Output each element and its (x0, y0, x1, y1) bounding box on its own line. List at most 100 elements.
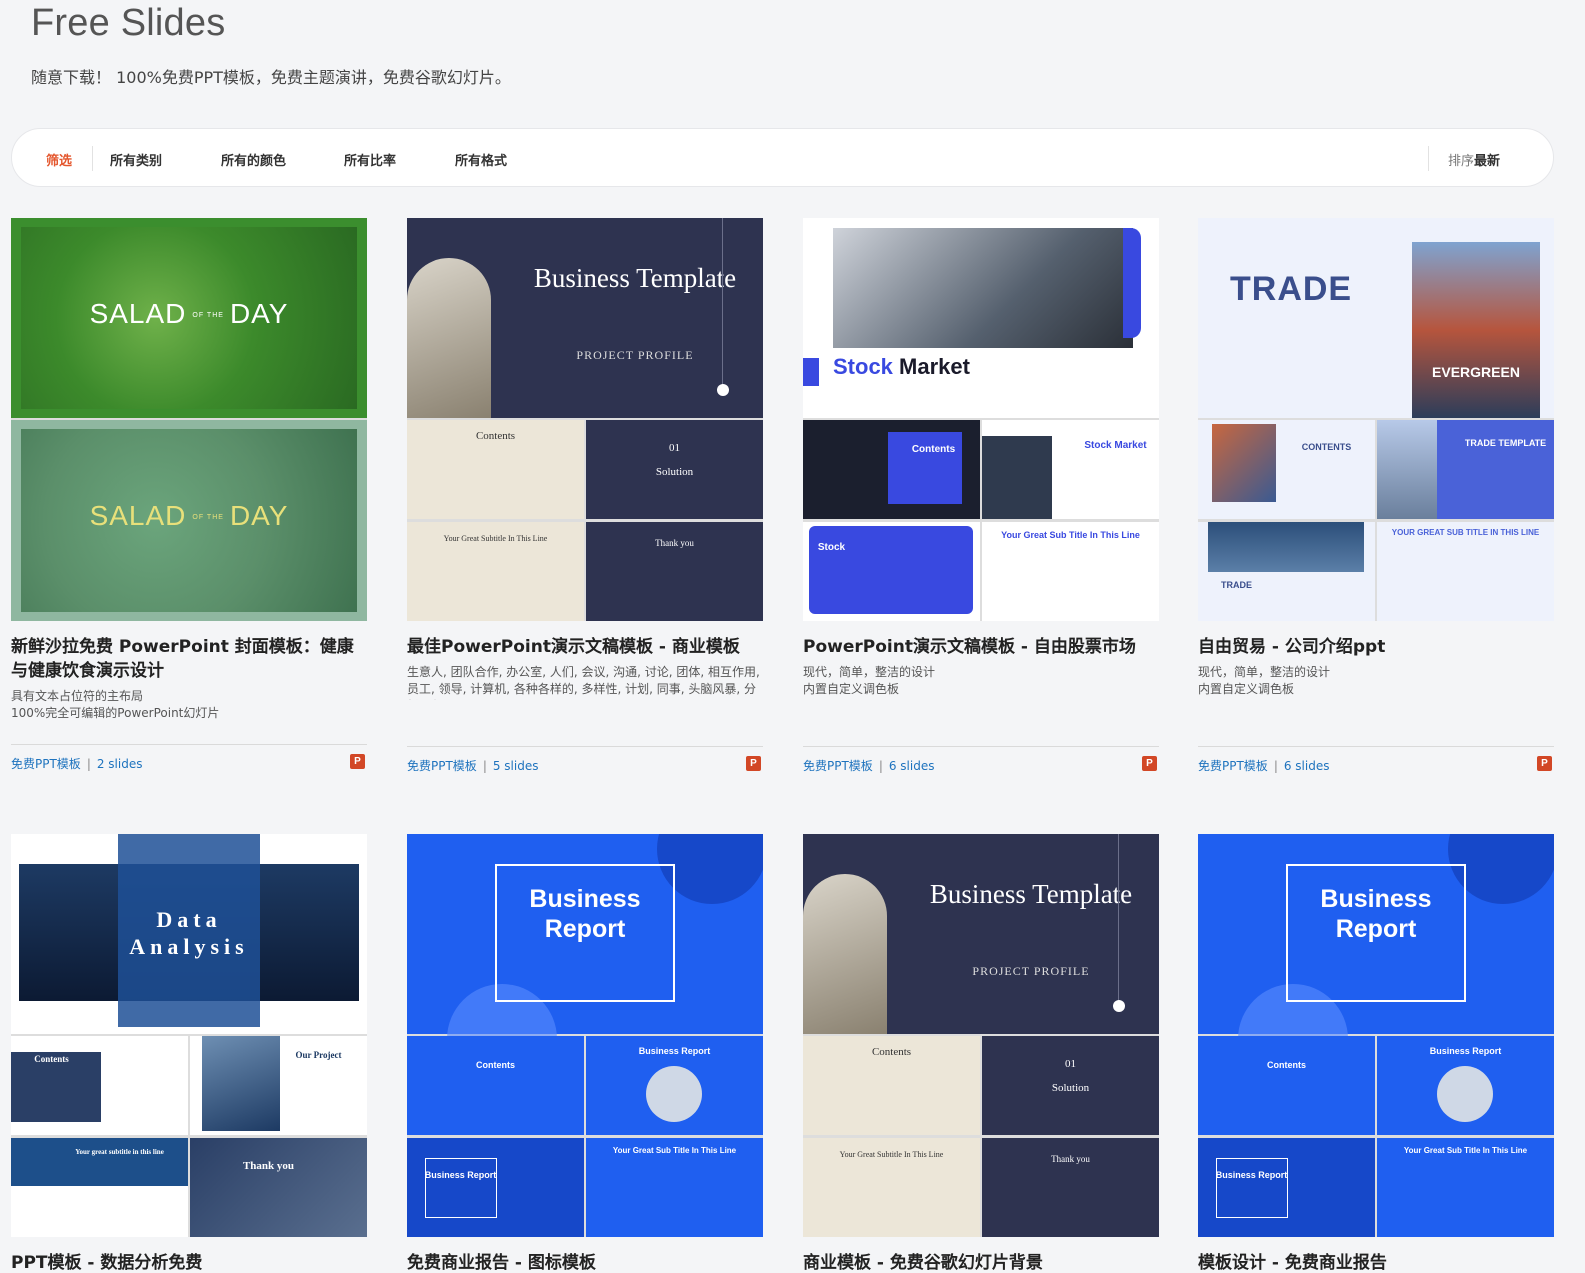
slide-thumb: 01 Solution (586, 420, 763, 519)
slide-label: Your Great Sub Title In This Line (1403, 1146, 1528, 1155)
filter-category-dropdown[interactable]: 所有类别 (110, 150, 162, 169)
slide-preview: Data Analysis (11, 834, 367, 1034)
slide-label: Contents (34, 1054, 69, 1064)
slide-thumb: Your Great Sub Title In This Line (586, 1138, 763, 1237)
slide-thumb: Contents (803, 420, 980, 519)
slide-thumb: Stock (803, 522, 980, 621)
slide-label: Your great subtitle in this line (75, 1148, 164, 1156)
powerpoint-icon: P (350, 754, 365, 769)
slide-label: Your Great Sub Title In This Line (1001, 530, 1140, 540)
slide-label: Your Great Sub Title In This Line (612, 1146, 737, 1155)
slide-grid: CONTENTS TRADE TEMPLATE TRADE YOUR GREAT… (1198, 420, 1554, 621)
card-thumbnail[interactable]: Stock Market Contents Stock Market Stock… (803, 218, 1159, 621)
slide-label: 01 (1065, 1058, 1076, 1070)
card-thumbnail[interactable]: Business Template PROJECT PROFILE Conten… (803, 834, 1159, 1237)
slide-label: Your Great Subtitle In This Line (839, 1150, 944, 1159)
port-photo: EVERGREEN (1412, 242, 1540, 418)
slide-preview: TRADE EVERGREEN (1198, 218, 1554, 418)
card-title[interactable]: 商业模板 - 免费谷歌幻灯片背景 (803, 1251, 1159, 1273)
template-card[interactable]: Business Report Contents Business Report… (1198, 834, 1554, 1273)
card-title[interactable]: 最佳PowerPoint演示文稿模板 - 商业模板 (407, 635, 763, 659)
slide-label: Business Report (1215, 1170, 1288, 1180)
trading-photo (833, 228, 1141, 348)
slide-grid: Contents 01 Solution Your Great Subtitle … (407, 420, 763, 621)
template-card[interactable]: Business Template PROJECT PROFILE Conten… (803, 834, 1159, 1273)
card-thumbnail[interactable]: Business Report Contents Business Report… (407, 834, 763, 1237)
card-footer: 免费PPT模板 | 6 slides P (803, 746, 1159, 774)
template-card[interactable]: SALAD OF THE DAY SALAD OF THE DAY 新鲜沙拉免费 Pow… (11, 218, 367, 771)
slide-thumb: Contents (407, 420, 584, 519)
slide-label: Thank you (1051, 1154, 1090, 1164)
slide-thumb: Thank you (586, 522, 763, 621)
slide-title: TRADE (1230, 270, 1353, 308)
filter-format-dropdown[interactable]: 所有格式 (455, 150, 507, 169)
filter-ratio-dropdown[interactable]: 所有比率 (344, 150, 396, 169)
card-title[interactable]: 自由贸易 - 公司介绍ppt (1198, 635, 1554, 659)
template-card[interactable]: Stock Market Contents Stock Market Stock… (803, 218, 1159, 773)
card-category-link[interactable]: 免费PPT模板 (1198, 759, 1268, 773)
arch-photo (803, 874, 887, 1034)
slide-subtitle: PROJECT PROFILE (972, 964, 1090, 978)
filter-color-dropdown[interactable]: 所有的颜色 (221, 150, 286, 169)
slide-thumb: Our Project (190, 1036, 367, 1135)
slide-thumb: Your Great Sub Title In This Line (1377, 1138, 1554, 1237)
slide-grid: Contents Stock Market Stock Your Great S… (803, 420, 1159, 621)
slide-label: Contents (476, 1060, 515, 1070)
card-title[interactable]: PowerPoint演示文稿模板 - 自由股票市场 (803, 635, 1159, 659)
card-title[interactable]: 新鲜沙拉免费 PowerPoint 封面模板：健康与健康饮食演示设计 (11, 635, 367, 683)
card-category-link[interactable]: 免费PPT模板 (407, 759, 477, 773)
slide-thumb: TRADE TEMPLATE (1377, 420, 1554, 519)
slide-thumb: Business Report (1377, 1036, 1554, 1135)
slide-title: Business Report (1320, 885, 1432, 943)
slide-count: 5 slides (492, 759, 539, 773)
card-thumbnail[interactable]: TRADE EVERGREEN CONTENTS TRADE TEMPLATE … (1198, 218, 1554, 621)
template-card[interactable]: Business Report Contents Business Report… (407, 834, 763, 1273)
decor-dot (717, 384, 729, 396)
card-thumbnail[interactable]: SALAD OF THE DAY SALAD OF THE DAY (11, 218, 367, 621)
decor-line (722, 218, 723, 390)
slide-label: CONTENTS (1301, 442, 1352, 452)
slide-thumb: Your Great Subtitle In This Line (407, 522, 584, 621)
card-thumbnail[interactable]: Data Analysis Contents Our Project Your … (11, 834, 367, 1237)
slide-label: YOUR GREAT SUB TITLE IN THIS LINE (1391, 528, 1540, 537)
card-description: 具有文本占位符的主布局 100%完全可编辑的PowerPoint幻灯片 (11, 689, 220, 720)
slide-preview: Stock Market (803, 218, 1159, 418)
slide-thumb: Business Report (407, 1138, 584, 1237)
slide-title: Business Report (529, 885, 641, 943)
template-card[interactable]: Data Analysis Contents Our Project Your … (11, 834, 367, 1273)
slide-label: Contents (475, 430, 516, 442)
template-card[interactable]: Business Template PROJECT PROFILE Conten… (407, 218, 763, 773)
card-category-link[interactable]: 免费PPT模板 (803, 759, 873, 773)
card-title[interactable]: 模板设计 - 免费商业报告 (1198, 1251, 1554, 1273)
slide-title: Business Template (533, 263, 737, 293)
slide-thumb: 01 Solution (982, 1036, 1159, 1135)
card-title[interactable]: PPT模板 - 数据分析免费 (11, 1251, 367, 1273)
slide-count: 6 slides (1283, 759, 1330, 773)
slide-label: Contents (871, 1046, 912, 1058)
filter-label: 筛选 (46, 154, 73, 169)
slide-preview: Business Template PROJECT PROFILE (407, 218, 763, 418)
arch-photo (407, 258, 491, 418)
card-category-link[interactable]: 免费PPT模板 (11, 757, 81, 771)
page-subtitle: 随意下载！ 100%免费PPT模板，免费主题演讲，免费谷歌幻灯片。 (31, 68, 511, 87)
template-card[interactable]: TRADE EVERGREEN CONTENTS TRADE TEMPLATE … (1198, 218, 1554, 773)
slide-label: TRADE (1221, 580, 1252, 590)
slide-preview: SALAD OF THE DAY (11, 420, 367, 621)
slide-thumb: Contents (1198, 1036, 1375, 1135)
slide-title: Data Analysis (129, 907, 249, 959)
slide-count: 2 slides (96, 757, 143, 771)
slide-label: Our Project (295, 1050, 342, 1060)
card-title[interactable]: 免费商业报告 - 图标模板 (407, 1251, 763, 1273)
card-thumbnail[interactable]: Business Report Contents Business Report… (1198, 834, 1554, 1237)
photo-caption: EVERGREEN (1432, 364, 1520, 380)
card-thumbnail[interactable]: Business Template PROJECT PROFILE Conten… (407, 218, 763, 621)
slide-label: 01 (669, 442, 680, 454)
slide-label: Business Report (638, 1046, 711, 1056)
slide-thumb: CONTENTS (1198, 420, 1375, 519)
slide-label: Solution (1051, 1082, 1090, 1094)
slide-thumb: YOUR GREAT SUB TITLE IN THIS LINE (1377, 522, 1554, 621)
sort-dropdown[interactable]: 排序最新 (1448, 150, 1500, 169)
slide-thumb: Your great subtitle in this line (11, 1138, 188, 1237)
slide-label: Business Report (424, 1170, 497, 1180)
slide-label: Contents (911, 444, 956, 455)
